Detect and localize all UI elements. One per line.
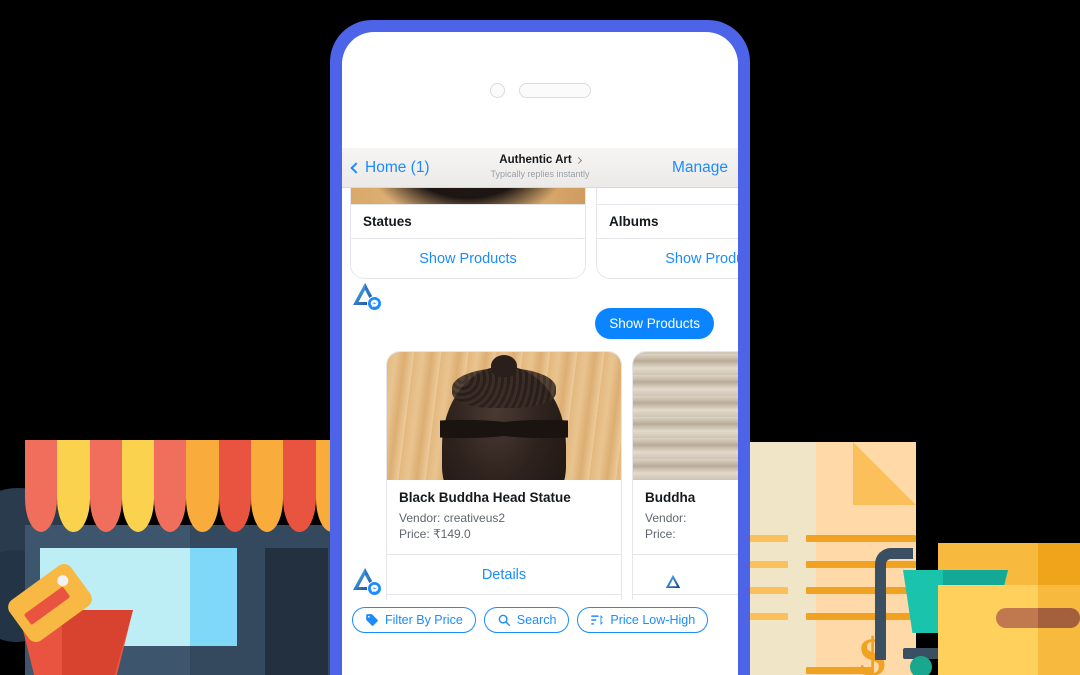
search-icon [498, 614, 510, 626]
shop-door [265, 548, 328, 675]
cart-wheel [910, 656, 932, 675]
show-products-button[interactable]: Show Products [597, 238, 738, 278]
invoice-line [750, 587, 788, 594]
card-title-wrap: Statues [351, 204, 585, 238]
card-title: Albums [609, 214, 659, 229]
authentic-art-logo [350, 565, 382, 596]
price-tag-hole [55, 573, 71, 589]
cart-handle [875, 548, 913, 660]
product-card[interactable]: Black Buddha Head Statue Vendor: creativ… [386, 351, 622, 640]
invoice-line [750, 613, 788, 620]
carousel-card[interactable]: Statues Show Products [350, 188, 586, 279]
product-title: Buddha [645, 490, 696, 505]
product-vendor: Vendor: [645, 511, 687, 525]
chat-body[interactable]: Statues Show Products Albums Show Produc… [342, 188, 738, 640]
product-image [633, 352, 738, 480]
quick-reply-price-low-high[interactable]: Price Low-High [577, 607, 709, 633]
bot-avatar-partial [664, 573, 682, 596]
details-button[interactable]: Details [387, 554, 621, 594]
awning-stripe [283, 440, 316, 532]
penrose-triangle-icon [665, 574, 681, 588]
quick-reply-filter-by-price[interactable]: Filter By Price [352, 607, 476, 633]
chevron-right-icon [574, 156, 582, 164]
show-products-button[interactable]: Show Products [351, 238, 585, 278]
awning-stripe [89, 440, 122, 532]
storefront-illustration [0, 430, 348, 675]
invoice-cart-illustration: $ [728, 430, 1080, 675]
chevron-left-icon [350, 161, 362, 174]
price-tag-stripe [23, 586, 71, 626]
parcel-tape-shade [1038, 608, 1080, 628]
product-price: Price: ₹149.0 [399, 527, 471, 542]
phone-device: Home (1) Authentic Art Typically replies… [330, 20, 750, 675]
product-info: Black Buddha Head Statue Vendor: creativ… [387, 480, 621, 554]
awning-stripe [251, 440, 284, 532]
authentic-art-logo [350, 280, 382, 311]
awning-stripe [25, 440, 58, 532]
product-info: Buddha Vendor: Price: [633, 480, 738, 554]
quick-reply-label: Filter By Price [385, 613, 463, 627]
details-button[interactable] [633, 554, 738, 594]
quick-reply-bar[interactable]: Filter By Price Search Price Low-High [342, 600, 738, 640]
quick-reply-label: Price Low-High [610, 613, 696, 627]
invoice-line [750, 535, 788, 542]
awning-stripe [218, 440, 252, 532]
back-button-label: Home (1) [365, 158, 430, 176]
shop-window-shade [190, 548, 237, 646]
chat-header: Home (1) Authentic Art Typically replies… [342, 148, 738, 188]
quick-reply-label: Search [516, 613, 557, 627]
invoice-line [806, 535, 916, 542]
parcel-box-front-shade [1038, 585, 1080, 675]
quick-reply-search[interactable]: Search [483, 607, 570, 633]
awning-stripe [154, 440, 187, 532]
product-image [387, 352, 621, 480]
product-title: Black Buddha Head Statue [399, 490, 571, 505]
conversation-title-text: Authentic Art [499, 154, 572, 166]
product-card[interactable]: Buddha Vendor: Price: [632, 351, 738, 640]
bot-avatar-wrap [350, 280, 386, 311]
invoice-line [750, 561, 788, 568]
awning-stripe [57, 440, 90, 532]
card-title-wrap: Albums [597, 204, 738, 238]
sent-message-bubble[interactable]: Show Products [595, 308, 714, 339]
phone-top-hardware [342, 32, 738, 148]
manage-button[interactable]: Manage [672, 159, 728, 177]
card-title: Statues [363, 214, 412, 229]
top-carousel[interactable]: Statues Show Products Albums Show Produc… [350, 188, 738, 279]
awning-stripe [121, 440, 155, 532]
carousel-card[interactable]: Albums Show Products [596, 188, 738, 279]
messenger-badge-icon [367, 581, 382, 596]
product-vendor: Vendor: creativeus2 [399, 511, 506, 525]
conversation-title[interactable]: Authentic Art [499, 154, 582, 166]
speaker-grille-icon [518, 82, 591, 98]
card-image [597, 188, 738, 204]
back-button[interactable]: Home (1) [350, 158, 430, 177]
messenger-badge-icon [367, 296, 382, 311]
bot-avatar-wrap [350, 565, 386, 596]
sent-message-row: Show Products [342, 308, 738, 339]
product-price: Price: [645, 527, 676, 542]
price-tag-icon [366, 614, 378, 626]
product-carousel[interactable]: Black Buddha Head Statue Vendor: creativ… [350, 351, 738, 640]
sort-icon [591, 615, 604, 625]
screenshot-root: $ Home (1) Authentic Art Typically repli… [0, 0, 1080, 675]
phone-screen: Home (1) Authentic Art Typically replies… [342, 32, 738, 675]
product-carousel-row: Black Buddha Head Statue Vendor: creativ… [342, 351, 738, 640]
camera-icon [489, 82, 505, 98]
shop-awning [25, 440, 348, 532]
awning-stripe [186, 440, 219, 532]
card-image [351, 188, 585, 204]
